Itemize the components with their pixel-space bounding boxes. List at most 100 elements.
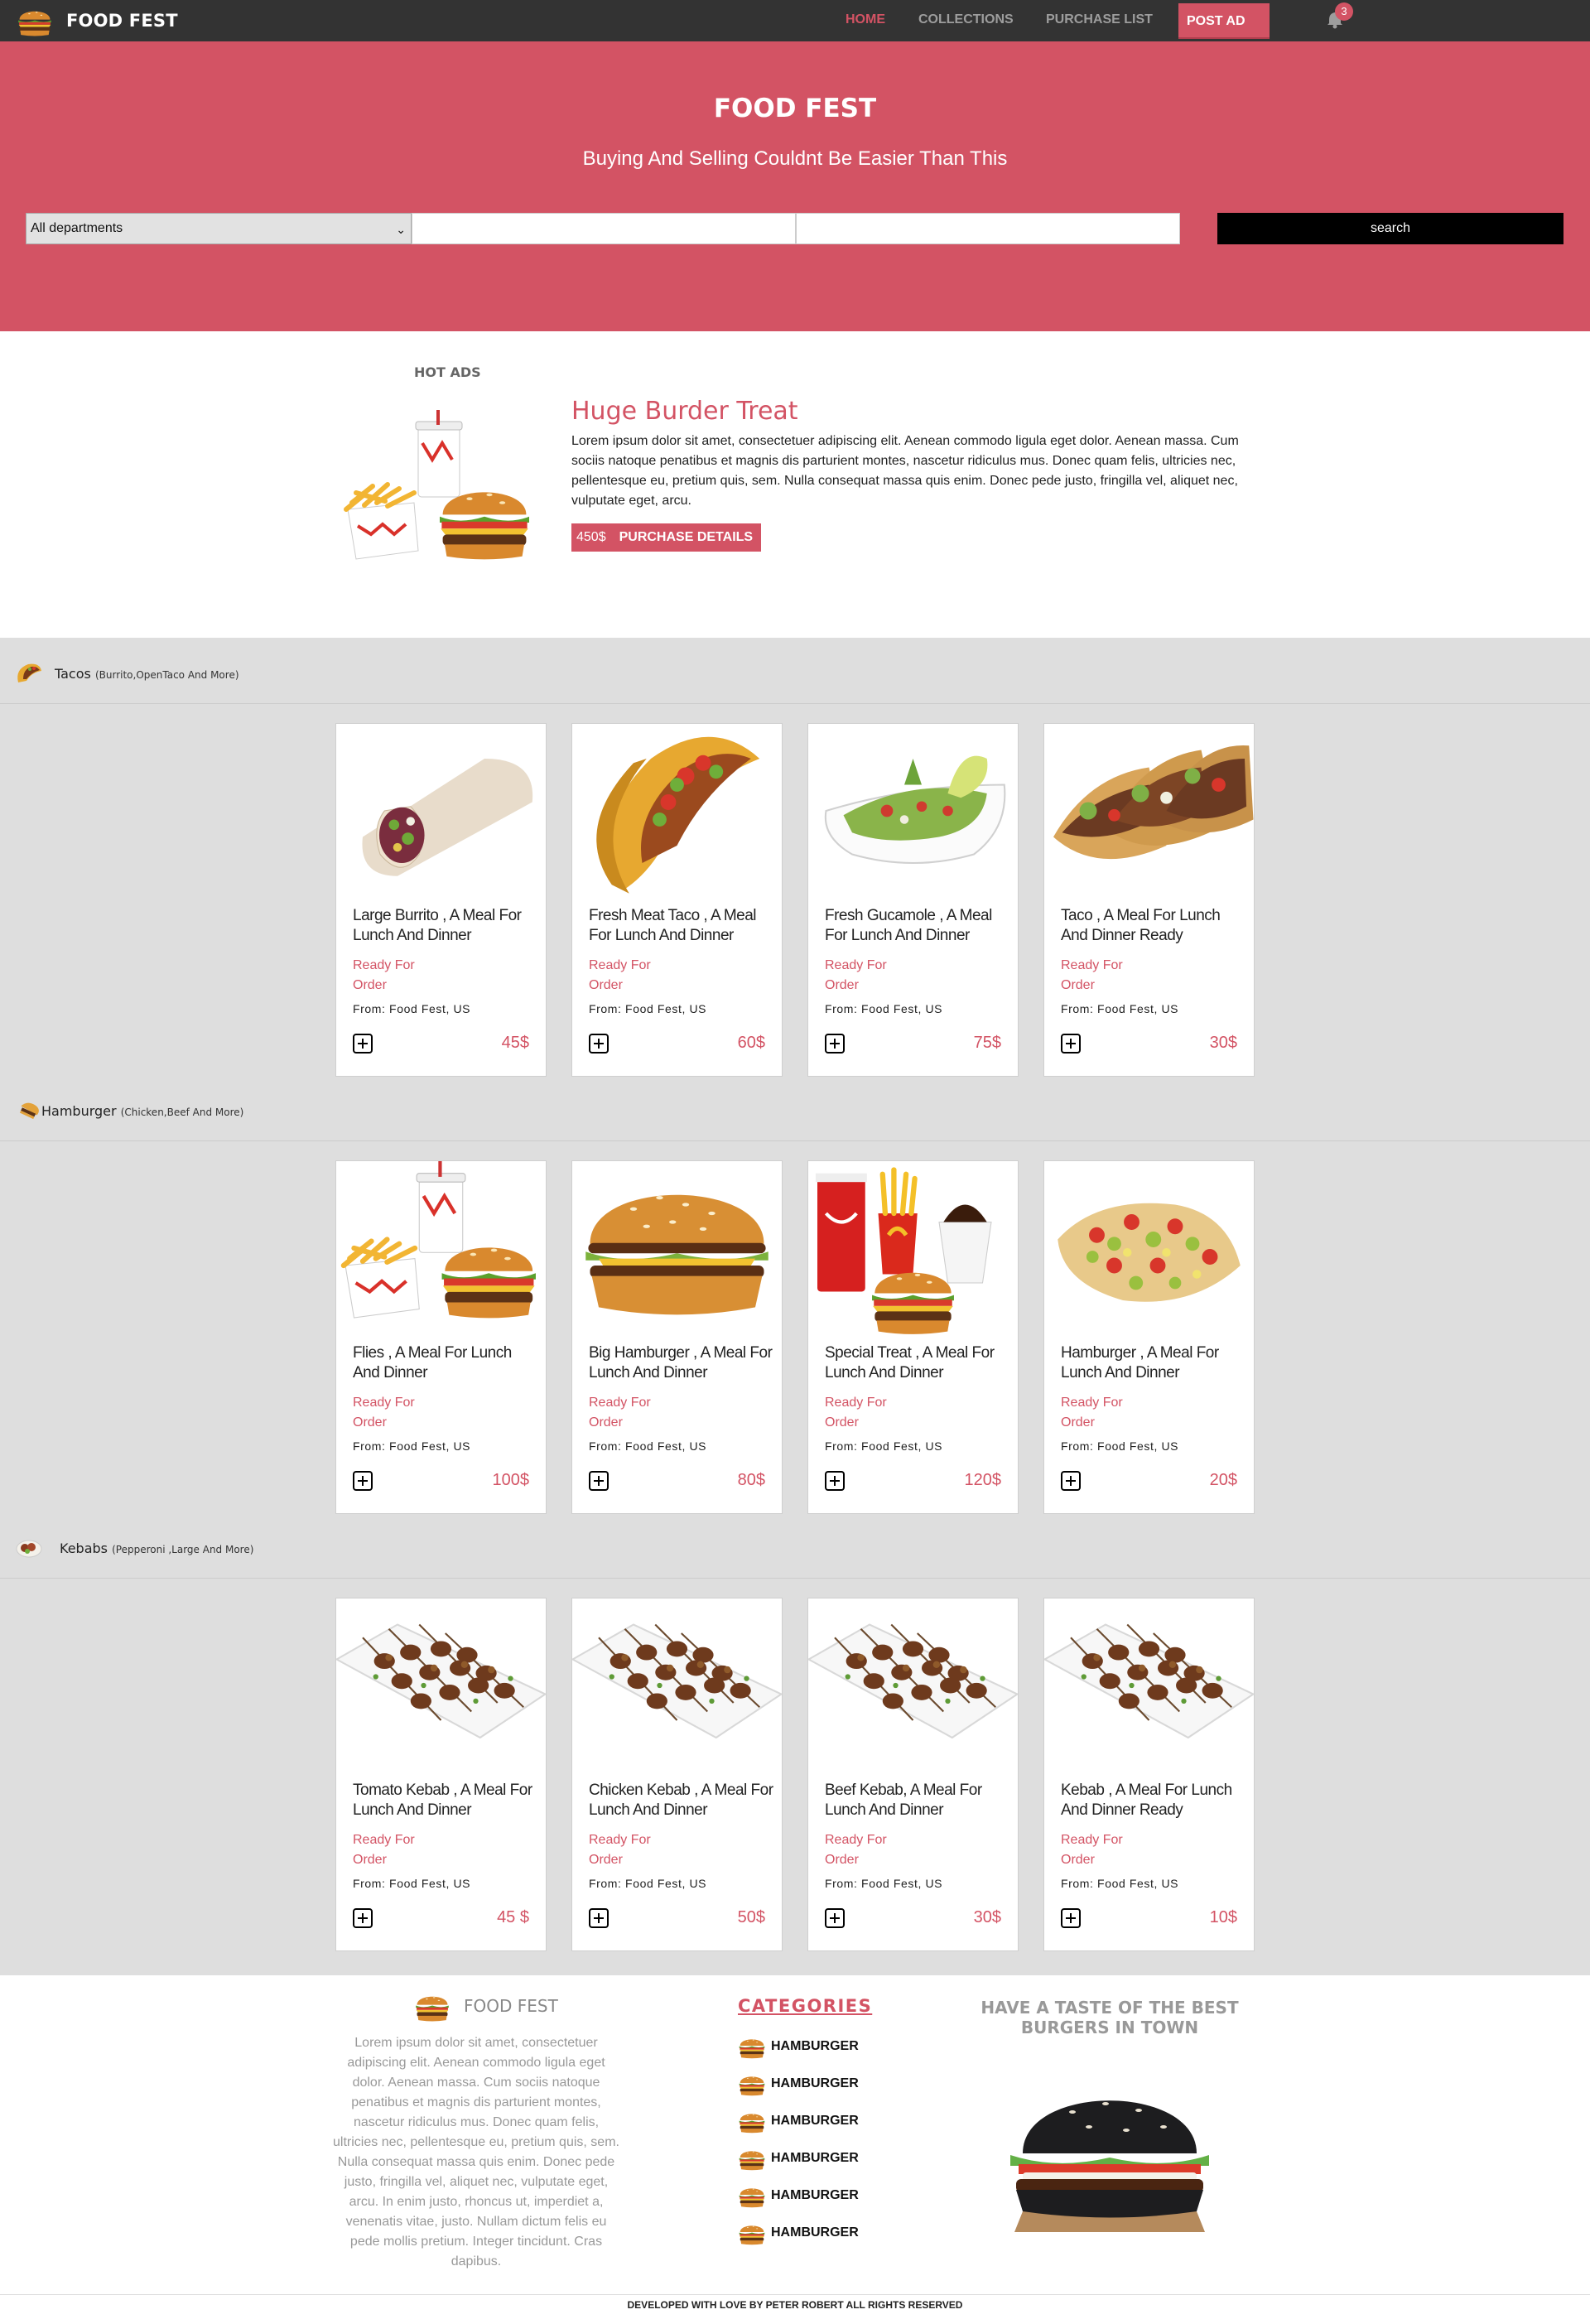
product-origin: From: Food Fest, US bbox=[353, 1439, 471, 1453]
product-image[interactable] bbox=[1044, 1598, 1254, 1772]
footer-black-burger-image bbox=[998, 2079, 1221, 2236]
add-to-cart-icon[interactable] bbox=[353, 1908, 373, 1928]
product-card[interactable]: Tomato Kebab , A Meal For Lunch And Dinn… bbox=[335, 1598, 547, 1951]
product-card[interactable]: Flies , A Meal For Lunch And Dinner Ready… bbox=[335, 1160, 547, 1514]
product-title[interactable]: Beef Kebab, A Meal For Lunch And Dinner bbox=[825, 1781, 1011, 1820]
product-image[interactable] bbox=[336, 1598, 546, 1772]
hot-ad-description: Lorem ipsum dolor sit amet, consectetuer… bbox=[571, 434, 1239, 508]
product-origin: From: Food Fest, US bbox=[825, 1002, 943, 1015]
product-status: Ready For Order bbox=[589, 1396, 651, 1430]
product-title[interactable]: Special Treat , A Meal For Lunch And Din… bbox=[825, 1343, 1011, 1383]
brand[interactable]: FOOD FEST bbox=[17, 5, 178, 36]
category-header-tacos[interactable]: Tacos (Burrito,OpenTaco And More) bbox=[0, 638, 1590, 704]
product-origin: From: Food Fest, US bbox=[825, 1439, 943, 1453]
search-location-input[interactable] bbox=[796, 213, 1180, 244]
nav-home[interactable]: HOME bbox=[846, 12, 885, 27]
product-origin: From: Food Fest, US bbox=[353, 1877, 471, 1890]
product-image[interactable] bbox=[808, 1161, 1018, 1335]
taco-icon bbox=[15, 663, 43, 684]
product-card[interactable]: Fresh Gucamole , A Meal For Lunch And Di… bbox=[807, 723, 1019, 1077]
product-card[interactable]: Kebab , A Meal For Lunch And Dinner Read… bbox=[1043, 1598, 1255, 1951]
add-to-cart-icon[interactable] bbox=[589, 1908, 609, 1928]
product-image[interactable] bbox=[572, 724, 782, 898]
add-to-cart-icon[interactable] bbox=[825, 1908, 845, 1928]
department-select[interactable]: All departments ⌄ bbox=[26, 213, 412, 244]
category-name: Tacos (Burrito,OpenTaco And More) bbox=[55, 666, 239, 682]
add-to-cart-icon[interactable] bbox=[1061, 1471, 1081, 1491]
product-price: 20$ bbox=[1209, 1471, 1237, 1489]
product-card[interactable]: Beef Kebab, A Meal For Lunch And Dinner R… bbox=[807, 1598, 1019, 1951]
product-card[interactable]: Big Hamburger , A Meal For Lunch And Din… bbox=[571, 1160, 783, 1514]
product-title[interactable]: Tomato Kebab , A Meal For Lunch And Dinn… bbox=[353, 1781, 539, 1820]
burger-logo-icon bbox=[17, 5, 53, 36]
add-to-cart-icon[interactable] bbox=[353, 1471, 373, 1491]
kebab-icon bbox=[15, 1537, 43, 1559]
product-image[interactable] bbox=[808, 724, 1018, 898]
burger-icon bbox=[738, 2220, 766, 2245]
product-title[interactable]: Taco , A Meal For Lunch And Dinner Ready bbox=[1061, 906, 1247, 946]
hot-ad-image[interactable] bbox=[340, 410, 538, 576]
footer-category-link[interactable]: HAMBURGER bbox=[738, 2032, 859, 2061]
product-title[interactable]: Kebab , A Meal For Lunch And Dinner Read… bbox=[1061, 1781, 1247, 1820]
product-title[interactable]: Hamburger , A Meal For Lunch And Dinner bbox=[1061, 1343, 1247, 1383]
top-navbar: FOOD FEST HOME COLLECTIONS PURCHASE LIST… bbox=[0, 0, 1590, 41]
product-status: Ready For Order bbox=[1061, 1833, 1123, 1867]
product-image[interactable] bbox=[572, 1598, 782, 1772]
product-title[interactable]: Fresh Meat Taco , A Meal For Lunch And D… bbox=[589, 906, 775, 946]
hot-ad-title[interactable]: Huge Burder Treat bbox=[571, 397, 798, 426]
footer-brand: FOOD FEST bbox=[464, 1996, 558, 2016]
product-card[interactable]: Hamburger , A Meal For Lunch And Dinner R… bbox=[1043, 1160, 1255, 1514]
purchase-details-label: PURCHASE DETAILS bbox=[619, 530, 754, 544]
department-select-value: All departments bbox=[31, 221, 123, 235]
purchase-details-button[interactable]: 450$ PURCHASE DETAILS bbox=[571, 523, 762, 552]
footer-category-link[interactable]: HAMBURGER bbox=[738, 2144, 859, 2172]
product-card[interactable]: Special Treat , A Meal For Lunch And Din… bbox=[807, 1160, 1019, 1514]
product-image[interactable] bbox=[336, 724, 546, 898]
footer-burger-logo-icon bbox=[414, 1990, 450, 2022]
product-title[interactable]: Large Burrito , A Meal For Lunch And Din… bbox=[353, 906, 539, 946]
product-status: Ready For Order bbox=[353, 1833, 415, 1867]
product-status: Ready For Order bbox=[353, 1396, 415, 1430]
product-origin: From: Food Fest, US bbox=[589, 1439, 707, 1453]
product-card[interactable]: Large Burrito , A Meal For Lunch And Din… bbox=[335, 723, 547, 1077]
add-to-cart-icon[interactable] bbox=[589, 1471, 609, 1491]
category-header-hamburger[interactable]: Hamburger (Chicken,Beef And More) bbox=[0, 1075, 1590, 1141]
product-card[interactable]: Taco , A Meal For Lunch And Dinner Ready… bbox=[1043, 723, 1255, 1077]
footer-category-link[interactable]: HAMBURGER bbox=[738, 2182, 859, 2210]
product-image[interactable] bbox=[336, 1161, 546, 1335]
hero-subtitle: Buying And Selling Couldnt Be Easier Tha… bbox=[582, 147, 1008, 170]
post-ad-button[interactable]: POST AD bbox=[1178, 3, 1270, 39]
product-image[interactable] bbox=[808, 1598, 1018, 1772]
add-to-cart-icon[interactable] bbox=[825, 1034, 845, 1054]
search-button[interactable]: search bbox=[1217, 213, 1564, 244]
footer-category-link[interactable]: HAMBURGER bbox=[738, 2219, 859, 2247]
product-title[interactable]: Chicken Kebab , A Meal For Lunch And Din… bbox=[589, 1781, 775, 1820]
nav-collections[interactable]: COLLECTIONS bbox=[918, 12, 1014, 27]
add-to-cart-icon[interactable] bbox=[1061, 1908, 1081, 1928]
burger-icon bbox=[738, 2109, 766, 2134]
product-card[interactable]: Fresh Meat Taco , A Meal For Lunch And D… bbox=[571, 723, 783, 1077]
add-to-cart-icon[interactable] bbox=[589, 1034, 609, 1054]
product-image[interactable] bbox=[1044, 1161, 1254, 1335]
add-to-cart-icon[interactable] bbox=[825, 1471, 845, 1491]
product-card[interactable]: Chicken Kebab , A Meal For Lunch And Din… bbox=[571, 1598, 783, 1951]
product-price: 100$ bbox=[492, 1471, 530, 1489]
product-title[interactable]: Big Hamburger , A Meal For Lunch And Din… bbox=[589, 1343, 775, 1383]
nav-purchase-list[interactable]: PURCHASE LIST bbox=[1046, 12, 1153, 27]
category-header-kebabs[interactable]: Kebabs (Pepperoni ,Large And More) bbox=[0, 1512, 1590, 1579]
footer-category-link[interactable]: HAMBURGER bbox=[738, 2107, 859, 2135]
burger-icon bbox=[738, 2034, 766, 2059]
product-title[interactable]: Flies , A Meal For Lunch And Dinner bbox=[353, 1343, 539, 1383]
product-image[interactable] bbox=[572, 1161, 782, 1335]
hot-ad-price: 450$ bbox=[576, 530, 606, 544]
hot-ads-label: HOT ADS bbox=[414, 364, 481, 380]
footer-category-link[interactable]: HAMBURGER bbox=[738, 2070, 859, 2098]
add-to-cart-icon[interactable] bbox=[353, 1034, 373, 1054]
product-image[interactable] bbox=[1044, 724, 1254, 898]
add-to-cart-icon[interactable] bbox=[1061, 1034, 1081, 1054]
product-price: 120$ bbox=[964, 1471, 1002, 1489]
search-keyword-input[interactable] bbox=[412, 213, 796, 244]
product-title[interactable]: Fresh Gucamole , A Meal For Lunch And Di… bbox=[825, 906, 1011, 946]
chevron-down-icon: ⌄ bbox=[396, 223, 406, 236]
product-status: Ready For Order bbox=[825, 1833, 887, 1867]
